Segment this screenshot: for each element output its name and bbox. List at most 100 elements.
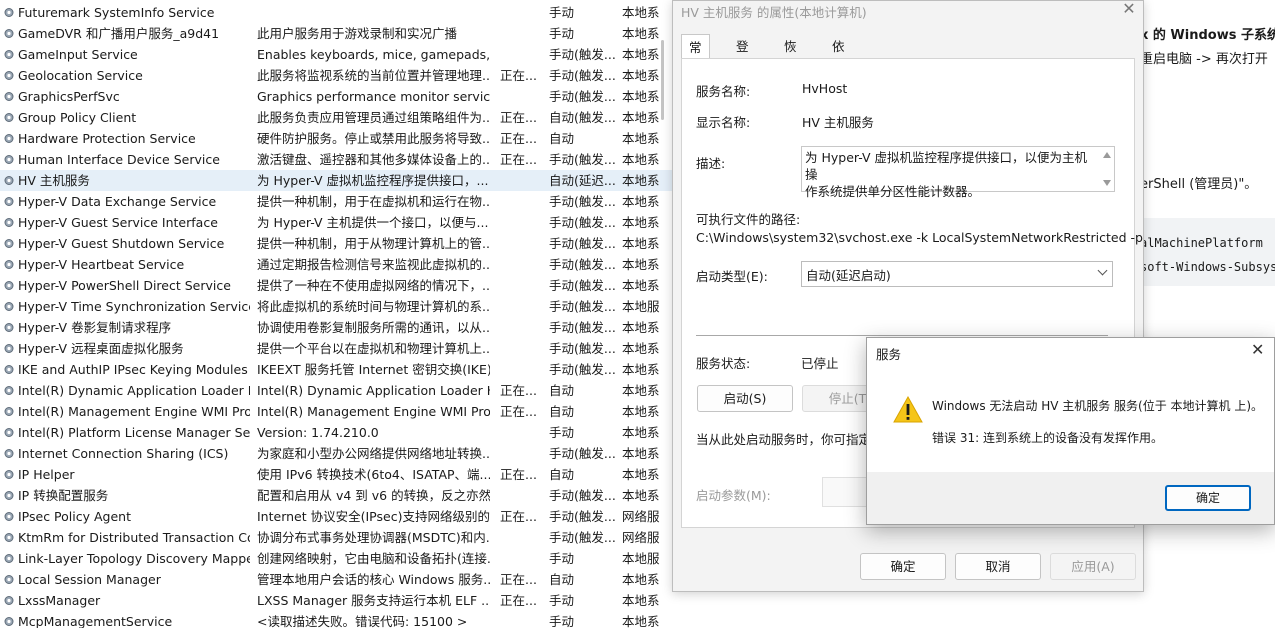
service-startup-type: 手动(触发... bbox=[549, 257, 615, 272]
service-name: Futuremark SystemInfo Service bbox=[18, 5, 215, 20]
service-row[interactable]: Human Interface Device Service 激活键盘、遥控器和其… bbox=[0, 149, 672, 170]
service-startup-type: 手动(触发... bbox=[549, 194, 615, 209]
service-row[interactable]: Futuremark SystemInfo Service 手动 本地系 bbox=[0, 2, 672, 23]
service-row[interactable]: Hyper-V Data Exchange Service 提供一种机制，用于在虚… bbox=[0, 191, 672, 212]
service-row[interactable]: Internet Connection Sharing (ICS) 为家庭和小型办… bbox=[0, 443, 672, 464]
close-icon[interactable]: ✕ bbox=[1251, 342, 1264, 358]
cancel-button[interactable]: 取消 bbox=[955, 553, 1041, 580]
description-scrollbar[interactable] bbox=[1100, 147, 1114, 191]
display-name-value: HV 主机服务 bbox=[802, 115, 874, 130]
service-startup-type: 自动(延迟... bbox=[549, 173, 615, 188]
service-description: 此服务将监视系统的当前位置并管理地理... bbox=[257, 68, 490, 83]
service-description: Graphics performance monitor service bbox=[257, 89, 490, 104]
service-row[interactable]: Local Session Manager 管理本地用户会话的核心 Windows… bbox=[0, 569, 672, 590]
service-status: 正在... bbox=[500, 572, 537, 587]
ok-button[interactable]: 确定 bbox=[860, 553, 946, 580]
service-row[interactable]: Hyper-V Guest Shutdown Service 提供一种机制，用于从… bbox=[0, 233, 672, 254]
service-description: Intel(R) Dynamic Application Loader H... bbox=[257, 383, 490, 398]
service-row[interactable]: GameDVR 和广播用户服务_a9d41 此用户服务用于游戏录制和实况广播 手动 本… bbox=[0, 23, 672, 44]
service-gear-icon bbox=[3, 616, 15, 627]
services-list-scrollbar[interactable] bbox=[661, 40, 664, 120]
startup-type-select[interactable]: 自动(延迟启动) bbox=[801, 261, 1113, 287]
service-row[interactable]: Hyper-V 卷影复制请求程序 协调使用卷影复制服务所需的通讯，以从... 手动(… bbox=[0, 317, 672, 338]
service-name: Intel(R) Management Engine WMI Pro... bbox=[18, 404, 250, 419]
service-row[interactable]: Geolocation Service 此服务将监视系统的当前位置并管理地理...… bbox=[0, 65, 672, 86]
service-gear-icon bbox=[3, 70, 15, 81]
service-description: 提供一种机制，用于在虚拟机和运行在物... bbox=[257, 194, 490, 209]
service-name: IKE and AuthIP IPsec Keying Modules bbox=[18, 362, 248, 377]
service-row[interactable]: McpManagementService <读取描述失败。错误代码: 15100 … bbox=[0, 611, 672, 628]
service-logon-as: 本地系 bbox=[622, 68, 660, 83]
service-row[interactable]: Hyper-V Guest Service Interface 为 Hyper-V… bbox=[0, 212, 672, 233]
service-gear-icon bbox=[3, 574, 15, 585]
service-gear-icon bbox=[3, 259, 15, 270]
service-row[interactable]: HV 主机服务 为 Hyper-V 虚拟机监控程序提供接口，... 自动(延迟...… bbox=[0, 170, 672, 191]
service-row[interactable]: Intel(R) Platform License Manager Ser...… bbox=[0, 422, 672, 443]
service-status: 正在... bbox=[500, 593, 537, 608]
service-gear-icon bbox=[3, 28, 15, 39]
service-gear-icon bbox=[3, 490, 15, 501]
service-row[interactable]: Hyper-V Heartbeat Service 通过定期报告检测信号来监视此虚… bbox=[0, 254, 672, 275]
service-row[interactable]: IPsec Policy Agent Internet 协议安全(IPsec)支持… bbox=[0, 506, 672, 527]
service-row[interactable]: Group Policy Client 此服务负责应用管理员通过组策略组件为...… bbox=[0, 107, 672, 128]
service-name: Hyper-V PowerShell Direct Service bbox=[18, 278, 231, 293]
service-status: 正在... bbox=[500, 152, 537, 167]
service-startup-type: 手动(触发... bbox=[549, 446, 615, 461]
service-name: Hyper-V Guest Service Interface bbox=[18, 215, 218, 230]
service-name: Hardware Protection Service bbox=[18, 131, 196, 146]
service-name: Geolocation Service bbox=[18, 68, 143, 83]
service-name: Human Interface Device Service bbox=[18, 152, 220, 167]
service-row[interactable]: Hyper-V 远程桌面虚拟化服务 提供一个平台以在虚拟机和物理计算机上... 手动… bbox=[0, 338, 672, 359]
scroll-up-icon[interactable] bbox=[1103, 152, 1111, 158]
tab-recovery[interactable]: 恢复 bbox=[777, 36, 804, 76]
error-ok-button[interactable]: 确定 bbox=[1165, 485, 1251, 511]
start-button[interactable]: 启动(S) bbox=[697, 385, 793, 412]
error-dialog-title: 服务 bbox=[876, 347, 902, 362]
service-startup-type: 手动(触发... bbox=[549, 68, 615, 83]
services-list[interactable]: Futuremark SystemInfo Service 手动本地系 GameDV… bbox=[0, 0, 672, 628]
service-row[interactable]: Hyper-V PowerShell Direct Service 提供了一种在不… bbox=[0, 275, 672, 296]
service-gear-icon bbox=[3, 595, 15, 606]
service-row[interactable]: IKE and AuthIP IPsec Keying Modules IKEEX… bbox=[0, 359, 672, 380]
start-hint-text: 当从此处启动服务时，你可指定所 bbox=[696, 432, 884, 447]
apply-button[interactable]: 应用(A) bbox=[1050, 553, 1136, 580]
service-description: 提供了一种在不使用虚拟网络的情况下，... bbox=[257, 278, 490, 293]
service-name: GraphicsPerfSvc bbox=[18, 89, 120, 104]
error-dialog-footer: 确定 bbox=[867, 472, 1274, 524]
service-row[interactable]: Link-Layer Topology Discovery Mapper 创建网络… bbox=[0, 548, 672, 569]
tab-dependencies[interactable]: 依存关系 bbox=[825, 36, 852, 120]
service-row[interactable]: IP Helper 使用 IPv6 转换技术(6to4、ISATAP、端... 正在… bbox=[0, 464, 672, 485]
service-logon-as: 本地系 bbox=[622, 194, 660, 209]
dialog-close-button[interactable]: ✕ bbox=[1119, 1, 1139, 19]
service-description: <读取描述失败。错误代码: 15100 > bbox=[257, 614, 468, 628]
service-status: 正在... bbox=[500, 110, 537, 125]
service-row[interactable]: IP 转换配置服务 配置和启用从 v4 到 v6 的转换，反之亦然 手动(触发...… bbox=[0, 485, 672, 506]
description-textbox[interactable]: 为 Hyper-V 虚拟机监控程序提供接口，以便为主机操 作系统提供单分区性能计… bbox=[801, 146, 1115, 199]
service-startup-type: 手动(触发... bbox=[549, 362, 615, 377]
service-row[interactable]: KtmRm for Distributed Transaction Co... 协… bbox=[0, 527, 672, 548]
service-description: 为 Hyper-V 主机提供一个接口，以便与... bbox=[257, 215, 489, 230]
service-logon-as: 本地系 bbox=[622, 467, 660, 482]
service-name: LxssManager bbox=[18, 593, 101, 608]
bg-code-line-1: alMachinePlatform bbox=[1140, 236, 1263, 250]
exe-path-value[interactable]: C:\Windows\system32\svchost.exe -k Local… bbox=[696, 230, 1143, 245]
service-startup-type: 手动 bbox=[549, 5, 575, 20]
service-row[interactable]: Intel(R) Management Engine WMI Pro... Int… bbox=[0, 401, 672, 422]
service-row[interactable]: Intel(R) Dynamic Application Loader H...… bbox=[0, 380, 672, 401]
service-logon-as: 网络服 bbox=[622, 530, 660, 545]
scroll-down-icon[interactable] bbox=[1103, 180, 1111, 186]
service-description: 此用户服务用于游戏录制和实况广播 bbox=[257, 26, 458, 41]
service-row[interactable]: GraphicsPerfSvc Graphics performance moni… bbox=[0, 86, 672, 107]
service-startup-type: 自动 bbox=[549, 404, 575, 419]
service-row[interactable]: LxssManager LXSS Manager 服务支持运行本机 ELF ...… bbox=[0, 590, 672, 611]
service-description: Version: 1.74.210.0 bbox=[257, 425, 379, 440]
service-row[interactable]: GameInput Service Enables keyboards, mice… bbox=[0, 44, 672, 65]
tab-general[interactable]: 常规 bbox=[681, 34, 710, 80]
service-logon-as: 本地系 bbox=[622, 404, 660, 419]
service-row[interactable]: Hardware Protection Service 硬件防护服务。停止或禁用此… bbox=[0, 128, 672, 149]
service-startup-type: 自动 bbox=[549, 131, 575, 146]
service-row[interactable]: Hyper-V Time Synchronization Service 将此虚拟… bbox=[0, 296, 672, 317]
service-status: 正在... bbox=[500, 131, 537, 146]
service-startup-type: 自动 bbox=[549, 572, 575, 587]
tab-logon[interactable]: 登录 bbox=[729, 36, 756, 76]
